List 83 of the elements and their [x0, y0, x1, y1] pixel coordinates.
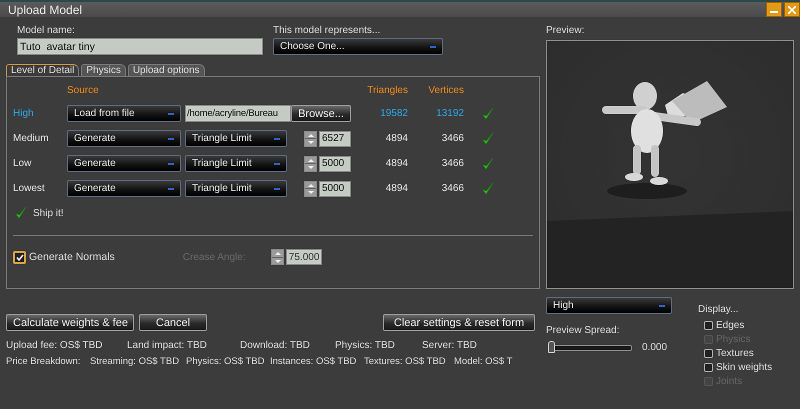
caret-icon	[274, 138, 280, 140]
price-text: Instances: OS$ TBD	[270, 356, 358, 367]
lod-label: Medium	[13, 133, 50, 144]
checkbox[interactable]	[704, 363, 713, 372]
vertex-count: 3466	[440, 183, 464, 194]
vertex-count: 3466	[440, 133, 464, 144]
field-label: Model name:	[17, 25, 76, 38]
checkbox[interactable]	[13, 250, 26, 264]
calculate-button[interactable]: Calculate weights & fee	[6, 314, 134, 331]
column-header: Triangles	[366, 85, 408, 97]
preview-label: Preview:	[546, 25, 586, 38]
spin-buttons[interactable]	[304, 156, 317, 172]
file-path-field[interactable]: /home/acryline/Bureau	[185, 105, 291, 122]
column-header: Vertices	[427, 85, 464, 97]
checkbox-label: Edges	[716, 320, 744, 331]
source-dropdown[interactable]: Generate	[67, 130, 181, 147]
checkbox-label: Textures	[716, 348, 754, 359]
triangle-count: 4894	[384, 158, 408, 169]
checkbox[interactable]	[704, 349, 713, 358]
lod-label: High	[13, 108, 35, 119]
lod-dropdown[interactable]: High	[546, 297, 672, 314]
window-title: Upload Model	[8, 2, 82, 16]
reset-button[interactable]: Clear settings & reset form	[383, 314, 535, 331]
close-button[interactable]	[784, 2, 800, 17]
method-dropdown[interactable]: Triangle Limit	[185, 155, 287, 172]
tab[interactable]: Level of Detail	[6, 64, 80, 76]
limit-field[interactable]: 5000	[319, 156, 351, 172]
vertex-count: 13192	[435, 108, 464, 119]
tab[interactable]: Physics	[81, 64, 126, 76]
display-label: Display...	[698, 304, 740, 315]
source-dropdown[interactable]: Load from file	[67, 105, 181, 122]
close-icon	[788, 6, 796, 14]
minimize-button[interactable]	[766, 2, 782, 17]
limit-field[interactable]: 6527	[319, 130, 351, 146]
fee-text: Physics: TBD	[335, 340, 396, 351]
fee-text: Upload fee: OS$ TBD	[6, 340, 104, 351]
checkmark-icon	[16, 254, 24, 260]
spin-buttons[interactable]	[270, 249, 284, 265]
price-text: Price Breakdown:	[6, 356, 82, 367]
slider-thumb[interactable]	[548, 341, 555, 353]
tab[interactable]: Upload options	[128, 64, 205, 76]
minimize-icon	[770, 11, 778, 13]
cancel-button[interactable]: Cancel	[139, 314, 207, 331]
price-text: Textures: OS$ TBD	[364, 356, 447, 367]
represents-dropdown[interactable]: Choose One...	[273, 38, 443, 55]
method-dropdown[interactable]: Triangle Limit	[185, 180, 287, 197]
spin-buttons[interactable]	[304, 180, 317, 196]
spread-label: Preview Spread:	[546, 325, 620, 336]
checkbox-label: Skin weights	[716, 362, 772, 373]
fee-text: Server: TBD	[422, 340, 478, 351]
price-text: Model: OS$ T	[454, 356, 512, 367]
triangle-count: 4894	[384, 183, 408, 194]
caret-icon	[168, 162, 174, 164]
checkbox[interactable]	[704, 321, 713, 330]
caret-icon	[168, 188, 174, 190]
source-dropdown[interactable]: Generate	[67, 180, 181, 197]
vertex-count: 3466	[440, 158, 464, 169]
price-text: Streaming: OS$ TBD	[90, 356, 180, 367]
spin-buttons[interactable]	[304, 130, 317, 146]
source-dropdown[interactable]: Generate	[67, 155, 181, 172]
method-dropdown[interactable]: Triangle Limit	[185, 130, 287, 147]
triangle-count: 4894	[384, 133, 408, 144]
caret-icon	[659, 304, 665, 306]
caret-icon	[274, 188, 280, 190]
spread-value: 0.000	[642, 342, 668, 352]
limit-field[interactable]: 5000	[319, 180, 351, 196]
price-text: Physics: OS$ TBD	[186, 356, 266, 367]
slider-track[interactable]	[548, 341, 632, 353]
caret-icon	[168, 138, 174, 140]
lod-label: Lowest	[13, 183, 46, 194]
triangle-count: 19582	[379, 108, 408, 119]
fee-text: Land impact: TBD	[127, 340, 208, 351]
caret-icon	[168, 112, 174, 114]
browse-button[interactable]: Browse...	[291, 105, 351, 122]
lod-label: Low	[13, 158, 32, 169]
model-name-field[interactable]: Tuto avatar tiny	[17, 38, 263, 55]
status-text: Ship it!	[33, 208, 64, 218]
field-label: This model represents...	[273, 25, 380, 38]
caret-icon	[274, 162, 280, 164]
fee-text: Download: TBD	[240, 340, 311, 351]
caret-icon	[430, 46, 436, 48]
checkbox-label: Generate Normals	[29, 251, 115, 263]
column-header: Source	[67, 85, 100, 97]
